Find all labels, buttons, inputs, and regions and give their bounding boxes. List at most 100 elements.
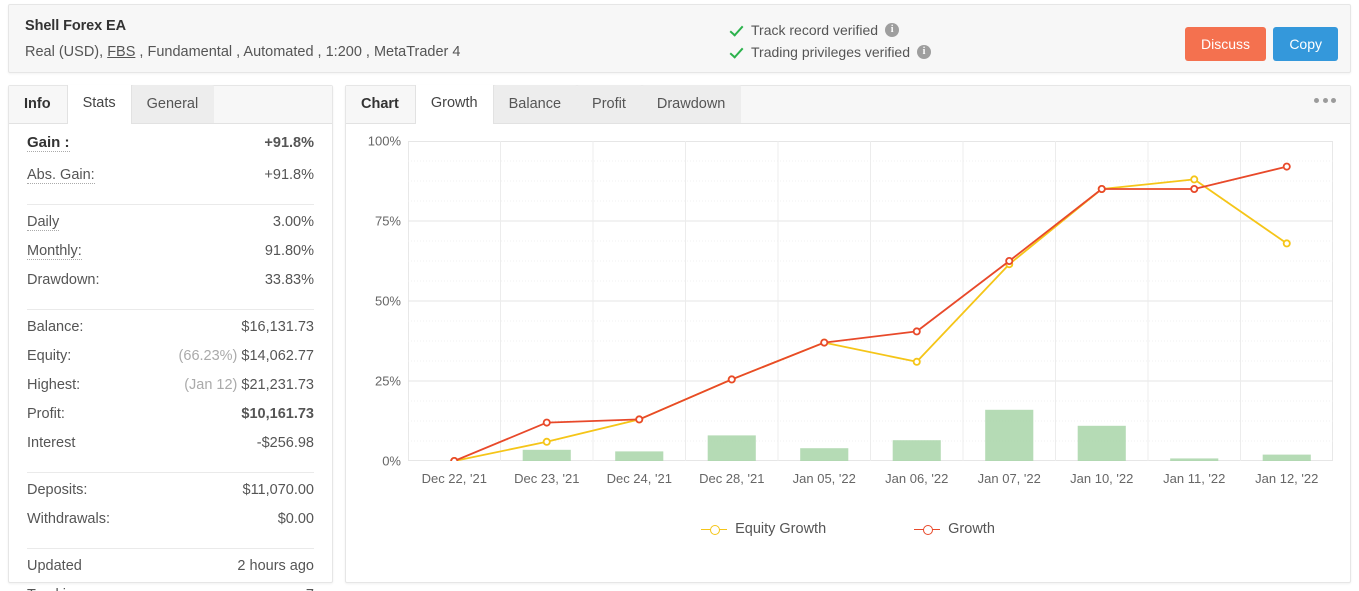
divider [27,548,314,549]
stat-prefix: (66.23%) [179,348,238,364]
badge-trading-privileges-label: Trading privileges verified [751,44,910,60]
legend-marker-icon [701,524,727,535]
x-axis-tick: Jan 10, '22 [1070,471,1133,486]
stat-value: (66.23%) $14,062.77 [179,348,314,364]
stat-value: $16,131.73 [241,319,314,335]
tab-info[interactable]: Info [9,85,67,123]
legend-marker-icon [914,524,940,535]
stat-label: Drawdown: [27,272,100,288]
stats-tabs: Info Stats General [9,86,332,124]
tab-profit[interactable]: Profit [577,85,642,123]
check-icon [729,45,744,60]
badge-track-record: Track record verified i [729,19,931,41]
stat-row-tracking: Tracking 7 [27,587,314,591]
stat-label: Highest: [27,377,80,393]
y-axis-tick: 100% [368,134,401,149]
tab-drawdown[interactable]: Drawdown [642,85,742,123]
x-axis-tick: Dec 22, '21 [422,471,487,486]
stat-label: Tracking [27,587,82,591]
stat-value: $11,070.00 [243,482,315,498]
x-axis-tick: Jan 07, '22 [978,471,1041,486]
chart-legend: Equity Growth Growth [346,521,1350,537]
stat-row-gain: Gain : +91.8% [27,134,314,167]
stat-label: Updated [27,558,82,574]
stat-row-abs-gain: Abs. Gain: +91.8% [27,167,314,196]
stat-value: (Jan 12) $21,231.73 [184,377,314,393]
x-axis-tick: Jan 06, '22 [885,471,948,486]
legend-item-growth[interactable]: Growth [914,521,995,537]
stats-list: Gain : +91.8% Abs. Gain: +91.8% Daily 3.… [9,124,332,591]
page-title: Shell Forex EA [25,18,126,34]
account-meta-post: , Fundamental , Automated , 1:200 , Meta… [135,44,460,60]
stat-value: 2 hours ago [237,558,314,574]
stat-label: Monthly: [27,243,82,260]
stats-panel: Info Stats General Gain : +91.8% Abs. Ga… [8,85,333,583]
stat-row-profit: Profit: $10,161.73 [27,406,314,435]
tab-growth[interactable]: Growth [415,85,494,124]
check-icon [729,23,744,38]
stat-label: Profit: [27,406,65,422]
stat-value: 3.00% [273,214,314,230]
stat-row-drawdown: Drawdown: 33.83% [27,272,314,301]
stat-value: +91.8% [264,167,314,183]
x-axis-tick: Jan 12, '22 [1255,471,1318,486]
info-icon[interactable]: i [885,23,899,37]
stat-amount: $21,231.73 [241,377,314,393]
plot-area: 0%25%50%75%100% Dec 22, '21Dec 23, '21De… [408,141,1333,461]
stat-label: Equity: [27,348,71,364]
stat-value: +91.8% [264,135,314,151]
badge-trading-privileges: Trading privileges verified i [729,41,931,63]
tab-balance[interactable]: Balance [494,85,577,123]
chart-panel: Chart Growth Balance Profit Drawdown 0%2… [345,85,1351,583]
badge-track-record-label: Track record verified [751,22,878,38]
y-axis-tick: 75% [375,214,401,229]
tab-stats[interactable]: Stats [67,85,132,124]
account-meta-pre: Real (USD), [25,44,107,60]
stat-row-monthly: Monthly: 91.80% [27,243,314,272]
divider [27,204,314,205]
stat-label: Daily [27,214,59,231]
x-axis-tick: Jan 11, '22 [1163,471,1225,486]
stat-row-balance: Balance: $16,131.73 [27,319,314,348]
legend-label: Growth [948,521,995,537]
stat-row-updated: Updated 2 hours ago [27,558,314,587]
legend-item-equity-growth[interactable]: Equity Growth [701,521,826,537]
stat-row-deposits: Deposits: $11,070.00 [27,482,314,511]
y-axis-tick: 0% [382,454,401,469]
stat-value: -$256.98 [257,435,314,451]
stat-row-withdrawals: Withdrawals: $0.00 [27,511,314,540]
stat-label: Abs. Gain: [27,167,95,184]
x-axis-tick: Dec 28, '21 [699,471,764,486]
profile-page: Shell Forex EA Real (USD), FBS , Fundame… [0,0,1359,591]
stat-value: 91.80% [265,243,314,259]
account-meta: Real (USD), FBS , Fundamental , Automate… [25,44,460,60]
chart-tabs: Chart Growth Balance Profit Drawdown [346,86,1350,124]
divider [27,472,314,473]
copy-button[interactable]: Copy [1273,27,1338,61]
info-icon[interactable]: i [917,45,931,59]
growth-chart: 0%25%50%75%100% Dec 22, '21Dec 23, '21De… [346,125,1350,583]
stat-value: $0.00 [278,511,314,527]
y-axis-tick: 50% [375,294,401,309]
chart-svg [408,141,1333,461]
broker-link[interactable]: FBS [107,44,135,60]
stat-row-equity: Equity: (66.23%) $14,062.77 [27,348,314,377]
divider [27,309,314,310]
account-header: Shell Forex EA Real (USD), FBS , Fundame… [8,4,1351,73]
legend-label: Equity Growth [735,521,826,537]
stat-prefix: (Jan 12) [184,377,237,393]
stat-label: Deposits: [27,482,87,498]
x-axis-tick: Jan 05, '22 [793,471,856,486]
stat-amount: $14,062.77 [241,348,314,364]
stat-label: Interest [27,435,75,451]
tab-chart[interactable]: Chart [346,85,415,123]
stat-row-interest: Interest -$256.98 [27,435,314,464]
x-axis-tick: Dec 24, '21 [607,471,672,486]
stat-value: 33.83% [265,272,314,288]
stat-value: 7 [306,587,314,591]
discuss-button[interactable]: Discuss [1185,27,1266,61]
stat-value: $10,161.73 [241,406,314,422]
ellipsis-horizontal-icon[interactable] [1314,98,1336,103]
verification-badges: Track record verified i Trading privileg… [729,19,931,63]
tab-general[interactable]: General [132,85,215,123]
